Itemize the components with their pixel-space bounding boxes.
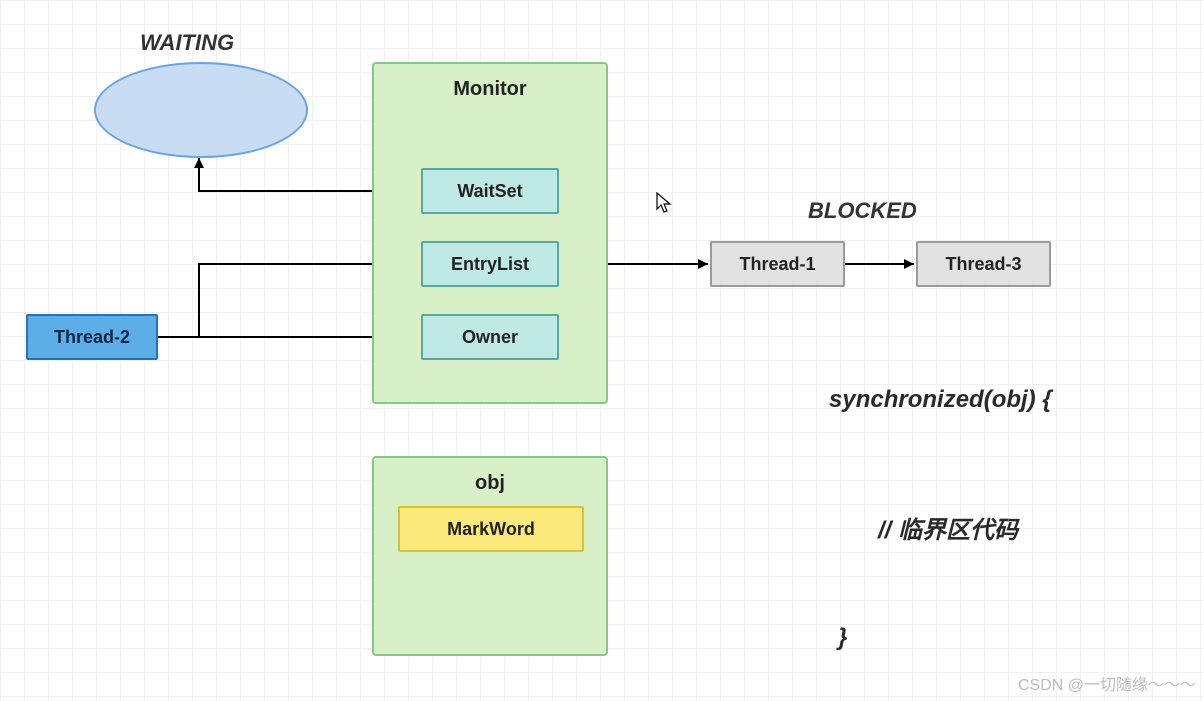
diagram-canvas: WAITING Monitor WaitSet EntryList Owner …	[0, 0, 1204, 701]
code-line-3: }	[838, 624, 847, 652]
obj-title: obj	[374, 472, 606, 495]
code-line-2: // 临界区代码	[878, 510, 1018, 545]
obj-box: obj	[372, 456, 608, 656]
waitset-cell: WaitSet	[421, 168, 559, 214]
thread-2-cell: Thread-2	[26, 314, 158, 360]
blocked-label: BLOCKED	[808, 198, 917, 224]
watermark-text: CSDN @一切随缘～～～	[1018, 671, 1196, 695]
entrylist-cell: EntryList	[421, 241, 559, 287]
waiting-ellipse	[94, 62, 308, 158]
thread-1-cell: Thread-1	[710, 241, 845, 287]
thread-3-cell: Thread-3	[916, 241, 1051, 287]
markword-cell: MarkWord	[398, 506, 584, 552]
monitor-title: Monitor	[374, 78, 606, 101]
code-line-1: synchronized(obj) {	[829, 386, 1052, 414]
owner-cell: Owner	[421, 314, 559, 360]
waiting-label: WAITING	[140, 30, 234, 56]
